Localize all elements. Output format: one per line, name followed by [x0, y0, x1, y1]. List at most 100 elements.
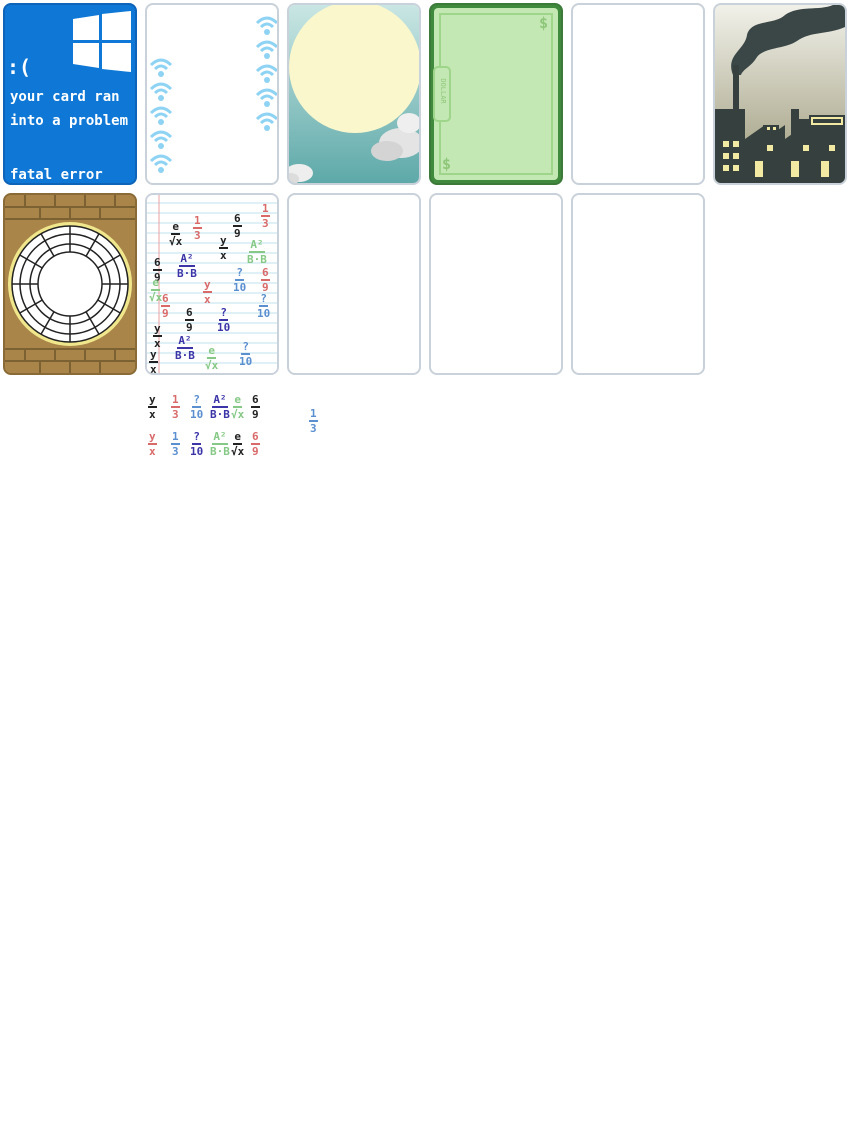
fraction-numerator: A²: [212, 393, 228, 408]
card-sky[interactable]: [287, 3, 421, 185]
math-fraction[interactable]: yx: [153, 323, 162, 349]
factory-icon: [715, 5, 845, 183]
tray-fraction[interactable]: 13: [171, 394, 180, 420]
error-line-2: into a problem: [10, 113, 129, 129]
card-empty-slot[interactable]: [571, 3, 705, 185]
tray-fraction[interactable]: A² B·B: [210, 431, 230, 457]
fraction-numerator: 6: [251, 393, 260, 408]
tray-fraction[interactable]: 13: [171, 431, 180, 457]
fraction-numerator: 6: [233, 212, 242, 227]
fraction-denominator: 9: [162, 307, 169, 320]
card-fatal-error[interactable]: :( your card ran into a problem fatal er…: [3, 3, 137, 185]
tray-fraction[interactable]: ? 10: [190, 431, 203, 457]
fraction-numerator: 1: [171, 430, 180, 445]
fraction-denominator: x: [150, 363, 157, 375]
math-fraction[interactable]: 69: [161, 293, 170, 319]
fraction-denominator: 3: [310, 422, 317, 435]
fraction-denominator: x: [220, 249, 227, 262]
tray-fraction[interactable]: yx: [148, 394, 157, 420]
dollar-symbol-bottom: $: [442, 155, 452, 173]
tray-fraction[interactable]: ? 10: [190, 394, 203, 420]
fraction-numerator: ?: [219, 306, 228, 321]
fraction-denominator: 3: [262, 217, 269, 230]
tray-fraction[interactable]: A² B·B: [210, 394, 230, 420]
fraction-denominator: √x: [231, 445, 245, 458]
math-fraction[interactable]: 13: [261, 203, 270, 229]
math-fraction[interactable]: 69: [185, 307, 194, 333]
math-fraction[interactable]: yx: [219, 235, 228, 261]
card-empty-slot[interactable]: [287, 193, 421, 375]
math-fraction[interactable]: ? 10: [217, 307, 230, 333]
wifi-icon: [255, 40, 277, 59]
tray-fraction[interactable]: e √x: [231, 394, 244, 420]
wifi-icon: [255, 112, 277, 131]
fraction-denominator: B·B: [175, 349, 195, 362]
sun-icon: [289, 5, 419, 133]
math-fraction[interactable]: A² B·B: [175, 335, 195, 361]
math-fraction[interactable]: A² B·B: [247, 239, 267, 265]
fraction-denominator: x: [149, 445, 156, 458]
wifi-icon: [149, 106, 173, 125]
fraction-denominator: 9: [252, 445, 259, 458]
math-fraction[interactable]: ? 10: [233, 267, 246, 293]
fraction-numerator: ?: [259, 292, 268, 307]
fraction-numerator: e: [233, 430, 242, 445]
fraction-denominator: 9: [186, 321, 193, 334]
dollar-label: DOLLAR: [439, 78, 447, 104]
wifi-icon: [255, 64, 277, 83]
card-wifi[interactable]: [145, 3, 279, 185]
error-line-1: your card ran: [10, 89, 120, 105]
fraction-numerator: 1: [261, 202, 270, 217]
fraction-denominator: √x: [231, 408, 245, 421]
card-clock[interactable]: [3, 193, 137, 375]
fraction-denominator: B·B: [177, 267, 197, 280]
fraction-numerator: 6: [251, 430, 260, 445]
tray-fraction[interactable]: e √x: [231, 431, 244, 457]
fraction-numerator: y: [203, 278, 212, 293]
math-fraction[interactable]: e √x: [205, 345, 218, 371]
wifi-icon: [255, 88, 277, 107]
math-fraction[interactable]: 69: [261, 267, 270, 293]
card-empty-slot[interactable]: [571, 193, 705, 375]
fraction-denominator: B·B: [247, 253, 267, 266]
math-fraction[interactable]: yx: [149, 349, 158, 375]
tray-fraction[interactable]: yx: [148, 431, 157, 457]
sky-scene: [289, 5, 419, 183]
tray-fraction[interactable]: 69: [251, 431, 260, 457]
fraction-numerator: ?: [235, 266, 244, 281]
fraction-numerator: 6: [161, 292, 170, 307]
math-fraction[interactable]: ? 10: [257, 293, 270, 319]
tray-fraction[interactable]: 69: [251, 394, 260, 420]
fraction-numerator: y: [148, 393, 157, 408]
fraction-denominator: √x: [169, 235, 183, 248]
card-factory[interactable]: [713, 3, 847, 185]
math-fraction[interactable]: A² B·B: [177, 253, 197, 279]
dollar-symbol-top: $: [539, 14, 549, 32]
math-fraction[interactable]: e √x: [169, 221, 182, 247]
wifi-icon: [149, 82, 173, 101]
card-math-notebook[interactable]: e √x 1 3 6 9 1 3 y x A² B·B 6 9 A² B·B? 10 6 9 e √x 6 9 y x y x? 10…: [145, 193, 279, 375]
fraction-numerator: ?: [192, 430, 201, 445]
fraction-numerator: e: [151, 276, 160, 291]
fraction-denominator: 10: [239, 355, 253, 368]
fraction-denominator: 10: [190, 445, 204, 458]
fraction-denominator: x: [149, 408, 156, 421]
fraction-numerator: y: [148, 430, 157, 445]
card-dollar[interactable]: $ $ DOLLAR: [429, 3, 563, 185]
fraction-numerator: ?: [241, 340, 250, 355]
fraction-numerator: 1: [171, 393, 180, 408]
math-fraction[interactable]: 13: [193, 215, 202, 241]
fraction-denominator: 10: [190, 408, 204, 421]
fraction-denominator: 10: [217, 321, 231, 334]
fraction-denominator: x: [204, 293, 211, 306]
math-fraction[interactable]: 69: [233, 213, 242, 239]
wifi-icon: [149, 154, 173, 173]
fraction-denominator: 10: [257, 307, 271, 320]
math-fraction[interactable]: yx: [203, 279, 212, 305]
math-fraction[interactable]: ? 10: [239, 341, 252, 367]
wifi-icon: [255, 16, 277, 35]
fraction-numerator: A²: [212, 430, 228, 445]
card-empty-slot[interactable]: [429, 193, 563, 375]
fraction-numerator: 6: [261, 266, 270, 281]
tray-fraction-loose[interactable]: 13: [309, 408, 318, 434]
